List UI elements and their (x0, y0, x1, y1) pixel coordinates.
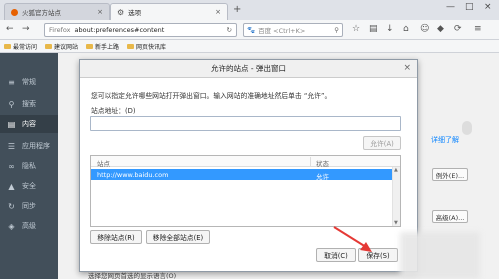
shield-icon[interactable]: ◆ (437, 24, 444, 34)
preferences-sidebar: ≡ 常规 ⚲ 搜索 ▤ 内容 ☰ 应用程序 ∞ 隐私 ▲ 安全 ↻ 同步 ◈ 高级 (0, 53, 58, 279)
tab-label: 选项 (128, 9, 142, 17)
learn-more-link[interactable]: 详细了解 (431, 135, 459, 145)
table-header: 站点 状态 (91, 156, 400, 168)
reload-icon[interactable]: ↻ (227, 26, 232, 34)
folder-icon (86, 43, 94, 49)
star-icon[interactable]: ☆ (352, 24, 360, 34)
advanced-fonts-button[interactable]: 高级(A)... (432, 210, 468, 223)
bookmark-suggested-sites[interactable]: 建议网站 (45, 42, 78, 51)
site-cell: http://www.baidu.com (97, 171, 169, 179)
sidebar-item-label: 常规 (22, 78, 36, 86)
scroll-up-icon[interactable]: ▲ (394, 167, 398, 173)
url-bar[interactable]: Firefox about:preferences#content ↻ (44, 23, 237, 37)
tab-label: 火狐官方站点 (22, 9, 61, 17)
magnifier-icon[interactable]: ⚲ (334, 26, 339, 34)
general-icon: ≡ (8, 77, 15, 87)
search-icon: ⚲ (8, 99, 15, 109)
sidebar-item-general[interactable]: ≡ 常规 (0, 73, 58, 91)
scroll-indicator (462, 121, 472, 135)
chat-icon[interactable]: ☺ (420, 24, 429, 34)
remove-all-sites-button[interactable]: 移除全部站点(E) (146, 230, 210, 244)
download-icon[interactable]: ↓ (386, 24, 394, 34)
bookmarks-bar: 最常访问 建议网站 新手上路 网页快讯库 (0, 40, 499, 53)
sidebar-item-label: 搜索 (22, 100, 36, 108)
sidebar-item-label: 安全 (22, 182, 36, 190)
url-text: about:preferences#content (74, 26, 165, 34)
sidebar-item-content[interactable]: ▤ 内容 (0, 115, 58, 133)
bookmark-label: 网页快讯库 (136, 43, 167, 51)
column-header-site[interactable]: 站点 (97, 158, 110, 168)
sidebar-item-search[interactable]: ⚲ 搜索 (0, 95, 58, 113)
sync-icon[interactable]: ⟳ (454, 24, 462, 34)
bookmark-label: 建议网站 (54, 43, 79, 51)
table-row[interactable]: http://www.baidu.com 允许 (91, 169, 400, 181)
new-tab-button[interactable]: + (233, 4, 241, 15)
search-bar[interactable]: 🐾 百度 <Ctrl+K> ⚲ (243, 23, 343, 37)
bookmark-label: 最常访问 (13, 43, 38, 51)
remove-site-button[interactable]: 移除站点(R) (90, 230, 142, 244)
column-header-status[interactable]: 状态 (316, 158, 329, 168)
sidebar-item-label: 内容 (22, 120, 36, 128)
folder-icon (4, 43, 11, 49)
applications-icon: ☰ (7, 141, 16, 151)
window-close-button[interactable]: × (484, 2, 492, 12)
scroll-down-icon[interactable]: ▼ (394, 220, 398, 226)
bookmark-most-visited[interactable]: 最常访问 (4, 42, 37, 51)
identity-label: Firefox (49, 26, 71, 34)
sidebar-item-label: 应用程序 (22, 142, 50, 150)
close-tab-icon[interactable]: × (215, 8, 221, 16)
sync-icon: ↻ (8, 201, 15, 211)
allow-button[interactable]: 允许(A) (363, 136, 401, 150)
dialog-close-icon[interactable]: × (403, 63, 411, 73)
bookmark-label: 新手上路 (95, 43, 120, 51)
close-tab-icon[interactable]: × (97, 8, 103, 16)
sidebar-item-label: 同步 (22, 202, 36, 210)
search-icon: 🐾 (247, 26, 256, 34)
sidebar-item-privacy[interactable]: ∞ 隐私 (0, 157, 58, 175)
sidebar-item-applications[interactable]: ☰ 应用程序 (0, 137, 58, 155)
tab-firefox-site[interactable]: 火狐官方站点 × (4, 3, 110, 20)
maximize-button[interactable]: □ (465, 2, 474, 12)
menu-icon[interactable]: ≡ (474, 24, 482, 34)
sidebar-item-label: 隐私 (22, 162, 36, 170)
search-placeholder: 百度 <Ctrl+K> (258, 27, 306, 35)
status-cell: 允许 (316, 173, 329, 181)
content-icon: ▤ (7, 119, 16, 129)
site-address-input[interactable] (90, 116, 401, 131)
table-scrollbar[interactable]: ▲ ▼ (392, 167, 400, 226)
sidebar-item-sync[interactable]: ↻ 同步 (0, 197, 58, 215)
annotation-arrow-icon (333, 226, 372, 252)
sidebar-item-advanced[interactable]: ◈ 高级 (0, 217, 58, 235)
bookmark-getting-started[interactable]: 新手上路 (86, 42, 119, 51)
gear-icon: ⚙ (117, 7, 125, 17)
site-address-label: 站点地址：(D) (91, 107, 136, 115)
reading-list-icon[interactable]: ▤ (369, 24, 378, 34)
home-icon[interactable]: ⌂ (403, 24, 409, 34)
dialog-title: 允许的站点 - 弹出窗口 (80, 60, 417, 78)
dialog-description: 您可以指定允许哪些网站打开弹出窗口。输入网站的准确地址然后单击 “允许”。 (91, 92, 332, 100)
column-divider (310, 157, 311, 166)
firefox-icon (11, 8, 18, 16)
watermark-blur (400, 232, 480, 279)
back-icon[interactable]: ← (6, 24, 14, 34)
folder-icon (127, 43, 135, 49)
exceptions-button[interactable]: 例外(E)... (432, 168, 468, 181)
security-icon: ▲ (8, 181, 15, 191)
folder-icon (45, 43, 53, 49)
sidebar-item-security[interactable]: ▲ 安全 (0, 177, 58, 195)
sites-table: 站点 状态 http://www.baidu.com 允许 ▲ ▼ (90, 155, 401, 227)
privacy-mask-icon: ∞ (8, 161, 15, 171)
tab-options[interactable]: ⚙ 选项 × (110, 3, 228, 20)
sidebar-item-label: 高级 (22, 222, 36, 230)
minimize-button[interactable]: — (446, 2, 455, 12)
advanced-icon: ◈ (8, 221, 15, 231)
forward-icon[interactable]: → (22, 24, 30, 34)
bookmark-web-slices[interactable]: 网页快讯库 (127, 42, 166, 51)
